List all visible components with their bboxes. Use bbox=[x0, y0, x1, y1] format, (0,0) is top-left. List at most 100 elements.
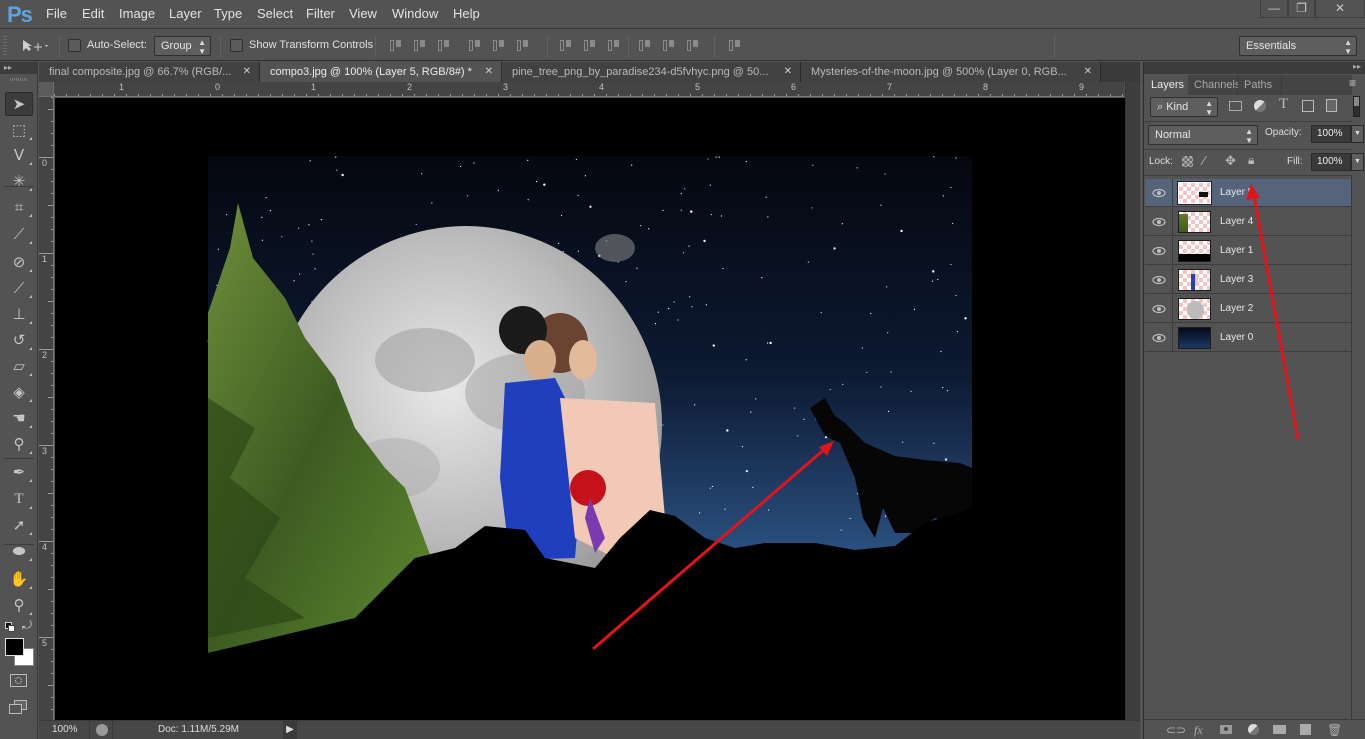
menu-window[interactable]: Window bbox=[392, 6, 438, 21]
show-transform-controls-checkbox[interactable] bbox=[230, 39, 243, 52]
opacity-input[interactable]: 100% bbox=[1311, 125, 1351, 143]
filter-adjustment-icon[interactable] bbox=[1254, 100, 1266, 112]
menu-file[interactable]: File bbox=[46, 6, 67, 21]
horizontal-ruler[interactable]: 1 0 1 2 3 4 5 6 7 8 9 bbox=[54, 82, 1124, 97]
lasso-tool[interactable]: ᐯ bbox=[5, 143, 33, 167]
vertical-scrollbar[interactable] bbox=[1125, 82, 1140, 720]
tab-compo3[interactable]: compo3.jpg @ 100% (Layer 5, RGB/8#) * ✕ bbox=[260, 62, 502, 82]
visibility-toggle[interactable] bbox=[1145, 266, 1173, 294]
move-tool[interactable]: ➤ bbox=[5, 92, 33, 116]
align-distribute-icon[interactable] bbox=[388, 38, 404, 54]
filter-pixel-icon[interactable] bbox=[1229, 101, 1242, 111]
status-menu-button[interactable]: ▶ bbox=[283, 721, 297, 739]
close-tab-icon[interactable]: ✕ bbox=[784, 62, 792, 82]
minimize-button[interactable]: — bbox=[1260, 0, 1288, 18]
close-tab-icon[interactable]: ✕ bbox=[1084, 62, 1092, 82]
link-icon[interactable]: ⊂⊃ bbox=[1166, 723, 1186, 737]
eraser-tool[interactable]: ▱ bbox=[5, 354, 33, 378]
path-selection-tool[interactable]: ➚ bbox=[5, 513, 33, 537]
tools-collapse-button[interactable]: ▸▸ bbox=[0, 62, 38, 74]
dodge-tool[interactable]: ⚲ bbox=[5, 432, 33, 456]
filter-smart-object-icon[interactable] bbox=[1326, 99, 1337, 112]
paint-bucket-tool[interactable]: ◈ bbox=[5, 380, 33, 404]
foreground-color-swatch[interactable] bbox=[5, 638, 24, 656]
menu-view[interactable]: View bbox=[349, 6, 377, 21]
visibility-toggle[interactable] bbox=[1145, 208, 1173, 236]
align-distribute-icon[interactable] bbox=[727, 38, 743, 54]
quick-mask-button[interactable] bbox=[10, 674, 27, 687]
hand-tool[interactable]: ✋ bbox=[5, 567, 33, 591]
eyedropper-tool[interactable]: ⟋ bbox=[5, 222, 33, 246]
brush-tool[interactable]: ⟋ bbox=[5, 276, 33, 300]
ellipse-tool[interactable]: ⬬ bbox=[5, 539, 33, 563]
magic-wand-tool[interactable]: ✳ bbox=[5, 169, 33, 193]
opacity-slider-button[interactable]: ▼ bbox=[1351, 125, 1364, 143]
document-canvas[interactable] bbox=[55, 98, 1125, 720]
menu-layer[interactable]: Layer bbox=[169, 6, 202, 21]
tab-pine-tree[interactable]: pine_tree_png_by_paradise234-d5fvhyc.png… bbox=[502, 62, 801, 82]
ruler-origin[interactable] bbox=[39, 82, 54, 97]
share-icon[interactable] bbox=[96, 724, 108, 736]
filter-shape-icon[interactable] bbox=[1302, 100, 1314, 112]
lock-position-icon[interactable]: ✥ bbox=[1225, 153, 1236, 169]
tab-final-composite[interactable]: final composite.jpg @ 66.7% (RGB/... ✕ bbox=[39, 62, 260, 82]
zoom-level[interactable]: 100% bbox=[52, 724, 78, 735]
smudge-tool[interactable]: ☚ bbox=[5, 406, 33, 430]
lock-all-icon[interactable]: 🔒︎ bbox=[1248, 153, 1254, 168]
workspace-dropdown[interactable]: Essentials ▲ ▼ bbox=[1239, 36, 1357, 56]
adjustment-icon[interactable] bbox=[1248, 724, 1259, 735]
auto-select-mode-dropdown[interactable]: Group ▲ ▼ bbox=[154, 36, 211, 56]
tab-channels[interactable]: Channels bbox=[1188, 75, 1240, 95]
close-tab-icon[interactable]: ✕ bbox=[485, 62, 493, 82]
align-distribute-icon[interactable] bbox=[467, 38, 483, 54]
visibility-toggle[interactable] bbox=[1145, 295, 1173, 323]
panel-menu-icon[interactable]: ≡ bbox=[1349, 76, 1356, 90]
zoom-tool[interactable]: ⚲ bbox=[5, 593, 33, 617]
tool-preset-picker[interactable] bbox=[20, 37, 50, 55]
align-distribute-icon[interactable] bbox=[558, 38, 574, 54]
menu-type[interactable]: Type bbox=[214, 6, 242, 21]
default-colors-icon[interactable] bbox=[5, 622, 15, 632]
menu-select[interactable]: Select bbox=[257, 6, 293, 21]
marquee-tool[interactable]: ⬚ bbox=[5, 118, 33, 142]
align-distribute-icon[interactable] bbox=[606, 38, 622, 54]
tab-mysteries-of-the-moon[interactable]: Mysteries-of-the-moon.jpg @ 500% (Layer … bbox=[801, 62, 1101, 82]
pen-tool[interactable]: ✒ bbox=[5, 460, 33, 484]
tab-layers[interactable]: Layers bbox=[1145, 75, 1192, 95]
healing-brush-tool[interactable]: ⊘ bbox=[5, 250, 33, 274]
fx-icon[interactable]: fx bbox=[1194, 723, 1203, 738]
close-tab-icon[interactable]: ✕ bbox=[243, 62, 251, 82]
clone-stamp-tool[interactable]: ⊥ bbox=[5, 302, 33, 326]
align-distribute-icon[interactable] bbox=[436, 38, 452, 54]
visibility-toggle[interactable] bbox=[1145, 324, 1173, 352]
blend-mode-dropdown[interactable]: Normal ▲ ▼ bbox=[1148, 125, 1258, 145]
align-distribute-icon[interactable] bbox=[491, 38, 507, 54]
history-brush-tool[interactable]: ↺ bbox=[5, 328, 33, 352]
align-distribute-icon[interactable] bbox=[685, 38, 701, 54]
new-layer-icon[interactable] bbox=[1300, 724, 1311, 735]
mask-icon[interactable] bbox=[1220, 725, 1232, 734]
folder-icon[interactable] bbox=[1273, 725, 1286, 734]
layer-filter-dropdown[interactable]: ⌕ Kind ▲ ▼ bbox=[1150, 97, 1218, 117]
visibility-toggle[interactable] bbox=[1145, 237, 1173, 265]
align-distribute-icon[interactable] bbox=[515, 38, 531, 54]
panel-collapse-bar[interactable]: ▸▸ bbox=[1144, 62, 1365, 74]
tab-paths[interactable]: Paths bbox=[1238, 75, 1282, 95]
filter-toggle[interactable] bbox=[1353, 96, 1360, 117]
swap-colors-icon[interactable]: ⤾ bbox=[22, 618, 32, 633]
visibility-toggle[interactable] bbox=[1145, 179, 1173, 207]
options-bar-grip[interactable] bbox=[3, 36, 7, 56]
menu-image[interactable]: Image bbox=[119, 6, 155, 21]
align-distribute-icon[interactable] bbox=[412, 38, 428, 54]
menu-help[interactable]: Help bbox=[453, 6, 480, 21]
vertical-ruler[interactable]: 0 1 2 3 4 5 bbox=[39, 97, 54, 720]
crop-tool[interactable]: ⌗ bbox=[5, 195, 33, 219]
restore-button[interactable]: ❐ bbox=[1288, 0, 1315, 18]
fill-slider-button[interactable]: ▼ bbox=[1351, 153, 1364, 171]
tools-grip[interactable] bbox=[10, 78, 28, 81]
align-distribute-icon[interactable] bbox=[661, 38, 677, 54]
screen-mode-button[interactable] bbox=[9, 700, 29, 716]
fill-input[interactable]: 100% bbox=[1311, 153, 1351, 171]
align-distribute-icon[interactable] bbox=[582, 38, 598, 54]
filter-type-icon[interactable]: T bbox=[1279, 96, 1288, 113]
